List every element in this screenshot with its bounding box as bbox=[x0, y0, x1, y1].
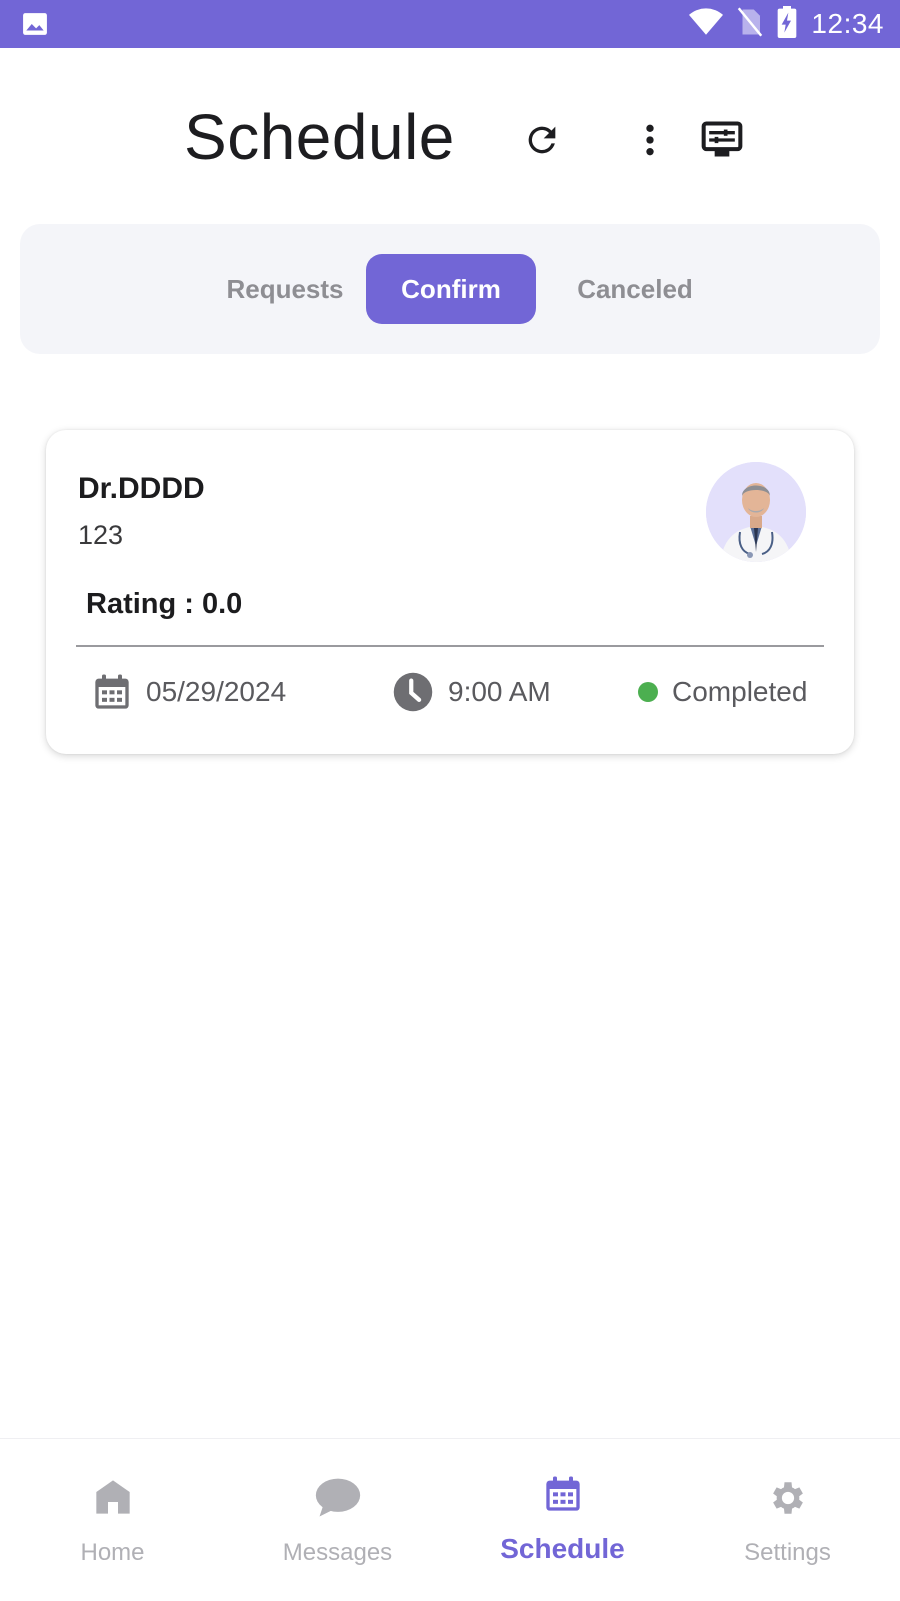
image-notification-icon bbox=[22, 11, 48, 42]
status-dot bbox=[638, 682, 658, 702]
status-text: Completed bbox=[672, 676, 808, 707]
doctor-avatar bbox=[706, 462, 806, 562]
battery-charging-icon bbox=[777, 5, 797, 43]
refresh-icon bbox=[528, 126, 556, 154]
tab-confirm[interactable]: Confirm bbox=[366, 254, 536, 324]
tab-canceled[interactable]: Canceled bbox=[550, 254, 720, 324]
display-settings-icon bbox=[701, 121, 743, 157]
doctor-name: Dr.DDDD bbox=[78, 472, 205, 505]
nav-schedule[interactable]: Schedule bbox=[450, 1439, 675, 1601]
calendar-icon bbox=[95, 674, 129, 709]
home-icon bbox=[95, 1480, 130, 1514]
bottom-navigation: Home Messages Schedule Settings bbox=[0, 1438, 900, 1601]
doctor-subtitle: 123 bbox=[78, 520, 124, 550]
more-options-button[interactable] bbox=[622, 112, 678, 168]
appointment-time: 9:00 AM bbox=[392, 662, 551, 722]
more-vertical-icon bbox=[646, 124, 654, 156]
nav-home[interactable]: Home bbox=[0, 1439, 225, 1601]
segmented-tabs: Requests Confirm Canceled bbox=[20, 224, 880, 354]
page-title: Schedule bbox=[184, 101, 455, 173]
no-sim-icon bbox=[737, 6, 763, 42]
date-text: 05/29/2024 bbox=[146, 676, 287, 707]
nav-schedule-label: Schedule bbox=[500, 1533, 625, 1564]
nav-messages-label: Messages bbox=[282, 1539, 393, 1566]
refresh-button[interactable] bbox=[514, 112, 570, 168]
status-bar: 12:34 bbox=[0, 0, 900, 48]
gear-icon bbox=[772, 1482, 803, 1514]
appointment-date: 05/29/2024 bbox=[92, 662, 286, 722]
nav-settings[interactable]: Settings bbox=[675, 1439, 900, 1601]
tab-requests[interactable]: Requests bbox=[200, 254, 370, 324]
appointment-info-row: 05/29/2024 9:00 AM Completed bbox=[46, 662, 854, 722]
wifi-icon bbox=[689, 7, 724, 42]
appointment-card[interactable]: Dr.DDDD 123 Rating : 0.0 05/29/2024 9:00… bbox=[46, 430, 854, 754]
nav-home-label: Home bbox=[80, 1539, 145, 1566]
nav-messages[interactable]: Messages bbox=[225, 1439, 450, 1601]
time-text: 9:00 AM bbox=[448, 676, 551, 707]
status-time: 12:34 bbox=[811, 8, 884, 39]
clock-icon bbox=[393, 672, 433, 712]
display-settings-button[interactable] bbox=[694, 112, 750, 168]
nav-settings-label: Settings bbox=[744, 1539, 831, 1566]
calendar-icon bbox=[545, 1476, 580, 1511]
appointment-status: Completed bbox=[638, 662, 807, 722]
header: Schedule bbox=[0, 48, 900, 218]
card-divider bbox=[76, 645, 824, 647]
doctor-rating: Rating : 0.0 bbox=[86, 588, 243, 620]
chat-bubble-icon bbox=[315, 1478, 360, 1517]
